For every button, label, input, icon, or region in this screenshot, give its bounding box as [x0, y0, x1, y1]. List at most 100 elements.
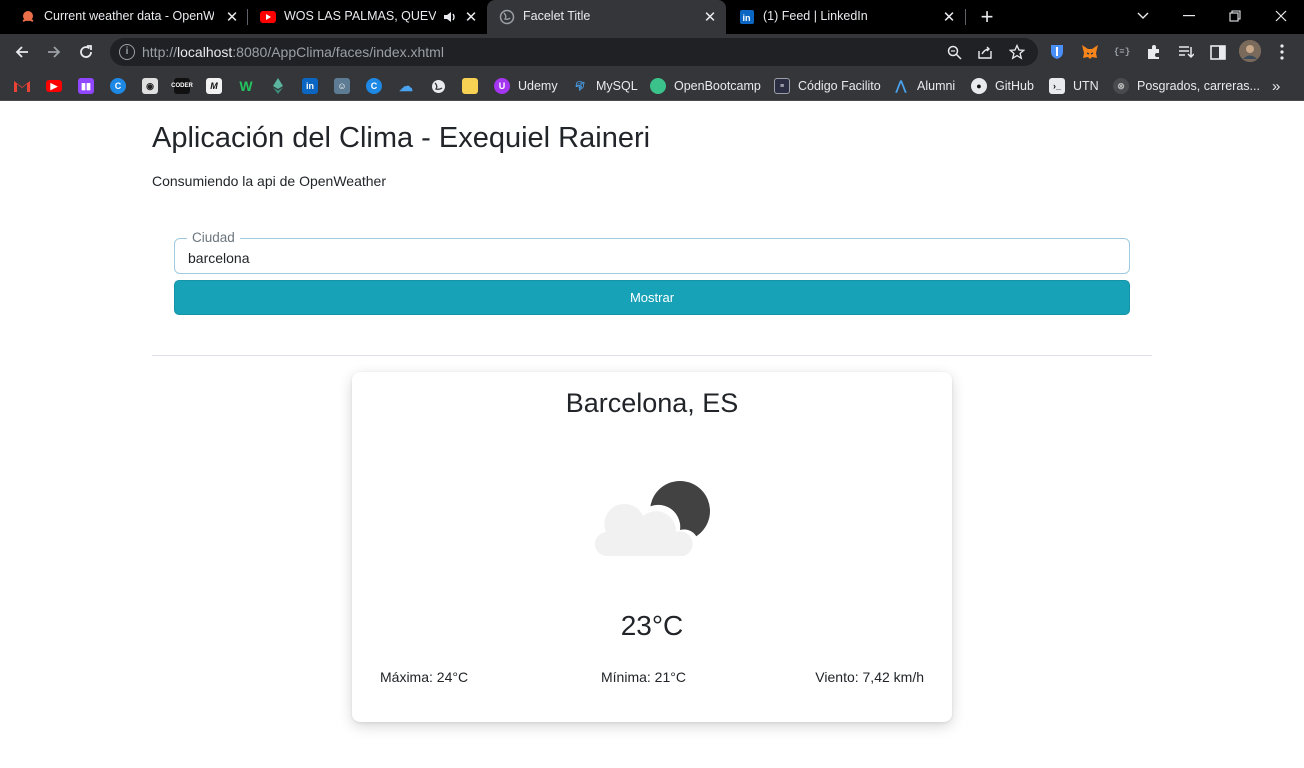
globe-icon — [499, 9, 515, 25]
openbootcamp-icon — [650, 78, 666, 94]
temperature: 23°C — [620, 610, 684, 641]
udemy-icon: U — [494, 78, 510, 94]
alumni-icon: ⋀ — [895, 78, 907, 93]
tab-facelet[interactable]: Facelet Title ✕ — [487, 0, 726, 34]
tab-title: Facelet Title — [523, 9, 591, 23]
bookmark-linkedin[interactable]: in — [302, 76, 318, 96]
mysql-icon: 🐬︎ — [574, 80, 586, 91]
reading-list-icon[interactable] — [1177, 43, 1195, 61]
cloud-icon: ☁ — [399, 77, 413, 94]
bookmark-openbootcamp[interactable]: OpenBootcamp — [650, 76, 761, 96]
notes-icon — [462, 78, 478, 94]
svg-text:in: in — [743, 13, 751, 23]
bookmark-notes[interactable] — [462, 76, 478, 96]
close-tab-icon[interactable]: ✕ — [700, 7, 720, 27]
url-text: http://localhost:8080/AppClima/faces/ind… — [142, 44, 444, 60]
bookmark-codecademy[interactable]: C — [110, 76, 126, 96]
bookmark-photo[interactable]: ☺ — [334, 76, 350, 96]
new-tab-icon[interactable]: + — [976, 6, 998, 28]
metamask-icon[interactable] — [1081, 43, 1099, 61]
min-temperature: Mínima: 21°C — [601, 669, 686, 685]
terminal-icon: ›_ — [1049, 78, 1065, 94]
posgrados-icon: ⊗ — [1113, 78, 1129, 94]
share-icon[interactable] — [976, 43, 994, 61]
bookmark-udemy[interactable]: U Udemy — [494, 76, 558, 96]
city-field: Ciudad — [174, 230, 1130, 274]
photo-icon: ☺ — [334, 78, 350, 94]
page-title: Aplicación del Clima - Exequiel Raineri — [152, 122, 651, 154]
youtube-icon: ▶ — [46, 80, 62, 92]
bookmark-utn[interactable]: ›_ UTN — [1049, 76, 1099, 96]
minimize-icon[interactable] — [1177, 5, 1201, 27]
bookmark-github[interactable]: ● GitHub — [971, 76, 1034, 96]
medium-icon: M — [206, 78, 222, 94]
city-label: Ciudad — [187, 230, 240, 246]
tab-title: WOS LAS PALMAS, QUEVEDO — [284, 9, 436, 23]
bookmark-mysql[interactable]: 🐬︎ MySQL — [572, 76, 637, 96]
close-tab-icon[interactable]: ✕ — [461, 7, 481, 27]
bitwarden-icon[interactable] — [1048, 43, 1066, 61]
openweather-icon — [20, 9, 36, 25]
wind-speed: Viento: 7,42 km/h — [815, 669, 924, 685]
twitch-icon: ▮▮ — [78, 78, 94, 94]
profile-avatar[interactable] — [1239, 40, 1261, 62]
codecademy-icon: C — [366, 78, 382, 94]
page-subtitle: Consumiendo la api de OpenWeather — [152, 173, 387, 189]
side-panel-icon[interactable] — [1209, 43, 1227, 61]
globe-icon — [430, 78, 446, 94]
back-icon[interactable] — [10, 40, 34, 64]
bookmark-star-icon[interactable] — [1008, 43, 1026, 61]
weather-card: Barcelona, ES 23°C Máxima: 24°C Mínima: … — [352, 372, 952, 722]
extensions-puzzle-icon[interactable] — [1145, 43, 1163, 61]
tab-linkedin[interactable]: in (1) Feed | LinkedIn ✕ — [727, 0, 965, 34]
bookmark-w[interactable]: W — [238, 76, 254, 96]
location-name: Barcelona, ES — [565, 388, 739, 418]
bookmark-coder[interactable]: CODER — [171, 76, 193, 96]
divider — [152, 355, 1152, 356]
ethereum-icon — [270, 78, 286, 94]
linkedin-icon: in — [302, 78, 318, 94]
bookmark-medium[interactable]: M — [206, 76, 222, 96]
w-icon: W — [239, 78, 253, 94]
address-bar[interactable]: i http://localhost:8080/AppClima/faces/i… — [110, 38, 1038, 66]
tab-strip: Current weather data - OpenWea ✕ WOS LAS… — [0, 0, 1304, 34]
max-temperature: Máxima: 24°C — [380, 669, 469, 685]
codecademy-icon: C — [110, 78, 126, 94]
city-input[interactable] — [188, 248, 1108, 268]
tab-youtube[interactable]: WOS LAS PALMAS, QUEVEDO ✕ — [248, 0, 486, 34]
reload-icon[interactable] — [74, 40, 98, 64]
bookmark-alumni[interactable]: ⋀ Alumni — [893, 76, 956, 96]
bookmark-cloud[interactable]: ☁ — [398, 76, 414, 96]
speaker-icon[interactable] — [440, 7, 460, 27]
restore-icon[interactable] — [1223, 5, 1247, 27]
close-tab-icon[interactable]: ✕ — [939, 7, 959, 27]
forward-icon[interactable] — [42, 40, 66, 64]
camera-icon: ◉ — [142, 78, 158, 94]
zoom-icon[interactable] — [945, 43, 963, 61]
site-info-icon[interactable]: i — [119, 44, 135, 60]
bookmark-twitch[interactable]: ▮▮ — [78, 76, 94, 96]
json-viewer-icon[interactable]: {≡} — [1113, 43, 1131, 61]
bookmark-youtube[interactable]: ▶ — [46, 76, 62, 96]
bookmark-camera[interactable]: ◉ — [142, 76, 158, 96]
tab-title: (1) Feed | LinkedIn — [763, 9, 868, 23]
tab-search-icon[interactable] — [1131, 5, 1155, 27]
youtube-icon — [260, 9, 276, 25]
tab-openweather[interactable]: Current weather data - OpenWea ✕ — [8, 0, 244, 34]
github-icon: ● — [971, 78, 987, 94]
bookmark-gmail[interactable] — [14, 76, 30, 96]
bookmark-posgrados[interactable]: ⊗ Posgrados, carreras... — [1113, 76, 1260, 96]
more-bookmarks-icon[interactable]: » — [1272, 76, 1280, 96]
close-window-icon[interactable] — [1269, 5, 1293, 27]
linkedin-icon: in — [739, 9, 755, 25]
bookmark-globe[interactable] — [430, 76, 446, 96]
bookmarks-bar: ▶ ▮▮ C ◉ CODER M W in ☺ C ☁ U Udemy 🐬︎ MyS… — [0, 70, 1304, 101]
bookmark-codecademy-2[interactable]: C — [366, 76, 382, 96]
bookmark-codigo-facilito[interactable]: ≡ Código Facilito — [774, 76, 881, 96]
browser-menu-icon[interactable] — [1273, 43, 1291, 61]
partly-cloudy-night-icon — [588, 474, 714, 564]
close-tab-icon[interactable]: ✕ — [222, 7, 242, 27]
tab-separator — [965, 9, 966, 25]
show-weather-button[interactable]: Mostrar — [174, 280, 1130, 315]
bookmark-ethereum[interactable] — [270, 76, 286, 96]
